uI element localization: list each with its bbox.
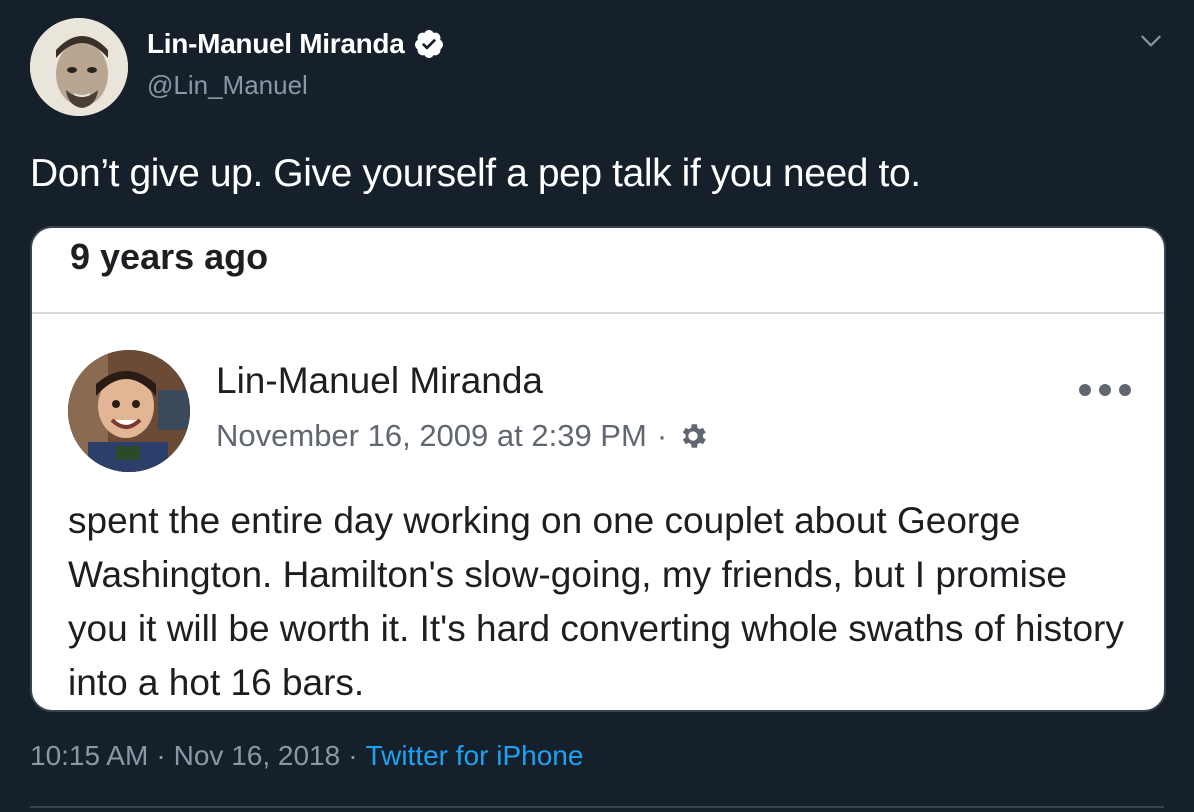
post-meta-separator: ·: [656, 418, 668, 453]
footer-separator: ·: [348, 740, 358, 771]
memory-header: 9 years ago: [32, 228, 1164, 314]
memory-label: 9 years ago: [70, 236, 269, 277]
author-name[interactable]: Lin-Manuel Miranda: [147, 28, 405, 60]
verified-badge-icon: [413, 28, 445, 60]
tweet-date[interactable]: Nov 16, 2018: [174, 740, 341, 772]
chevron-down-icon[interactable]: [1138, 28, 1164, 54]
author-name-row: Lin-Manuel Miranda: [147, 28, 445, 60]
footer-separator: ·: [156, 740, 166, 771]
post-author-name: Lin-Manuel Miranda: [216, 360, 544, 401]
source-link[interactable]: Twitter for iPhone: [366, 740, 584, 772]
post-date: November 16, 2009 at 2:39 PM: [216, 418, 647, 453]
embedded-memory-card[interactable]: 9 years ago Lin-Manuel Miranda November …: [30, 226, 1166, 712]
author-avatar[interactable]: [30, 18, 128, 116]
author-handle[interactable]: @Lin_Manuel: [147, 70, 308, 101]
gear-icon: [677, 420, 709, 452]
post-avatar: [68, 350, 190, 472]
more-horizontal-icon: [1078, 382, 1132, 398]
divider: [30, 806, 1164, 808]
tweet-footer: 10:15 AM · Nov 16, 2018 · Twitter for iP…: [30, 740, 583, 772]
tweet-text: Don’t give up. Give yourself a pep talk …: [30, 152, 921, 195]
post-body: spent the entire day working on one coup…: [68, 500, 1124, 703]
tweet-time[interactable]: 10:15 AM: [30, 740, 148, 772]
post-meta: November 16, 2009 at 2:39 PM ·: [216, 418, 709, 454]
tweet: Lin-Manuel Miranda @Lin_Manuel Don’t giv…: [0, 0, 1194, 812]
